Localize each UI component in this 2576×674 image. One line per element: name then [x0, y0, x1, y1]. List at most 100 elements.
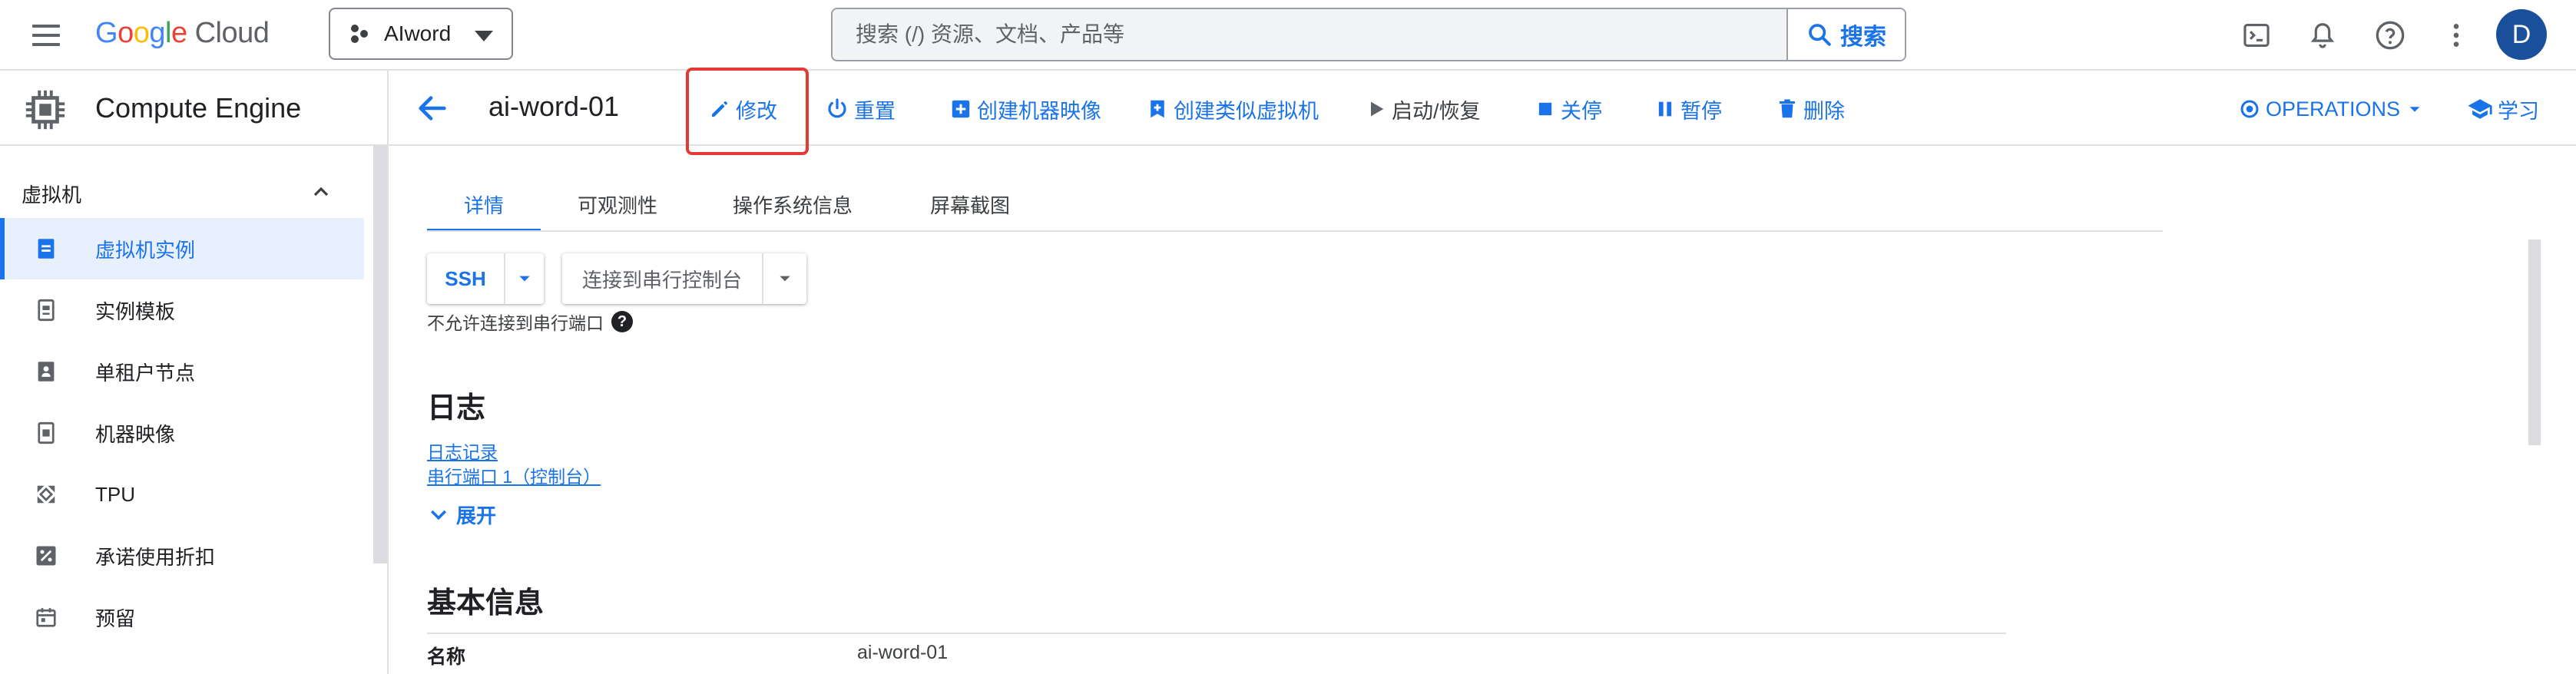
- page-title: ai-word-01: [488, 91, 620, 122]
- tab-observability[interactable]: 可观测性: [556, 189, 679, 232]
- sole-tenant-icon: [34, 359, 58, 384]
- start-resume-button[interactable]: 启动/恢复: [1366, 94, 1481, 124]
- more-vert-icon[interactable]: [2439, 18, 2473, 52]
- bookmark-add-icon: [1151, 100, 1164, 118]
- chevron-up-icon[interactable]: [309, 180, 333, 204]
- pause-icon: [1658, 101, 1672, 117]
- logs-heading: 日志: [427, 392, 486, 425]
- learn-label: 学习: [2498, 99, 2539, 123]
- create-machine-image-label: 创建机器映像: [977, 99, 1101, 123]
- tab-screenshot[interactable]: 屏幕截图: [903, 189, 1037, 232]
- logging-link[interactable]: 日志记录: [427, 438, 498, 464]
- tab-os-info[interactable]: 操作系统信息: [705, 189, 880, 232]
- cloud-shell-icon[interactable]: [2240, 18, 2273, 52]
- sidebar-section-title: 虚拟机: [22, 183, 82, 206]
- play-icon: [1371, 101, 1384, 117]
- content-scrollbar[interactable]: [2528, 240, 2541, 445]
- caret-down-icon: [780, 276, 790, 282]
- operations-label: OPERATIONS: [2266, 97, 2401, 121]
- top-bar: GoogleCloud AIword 搜索 D: [0, 0, 2576, 71]
- expand-label: 展开: [456, 504, 497, 527]
- tabs-divider: [427, 230, 2163, 232]
- sidebar-item-reservations[interactable]: 预留: [0, 586, 364, 648]
- suspend-label: 暂停: [1680, 99, 1722, 123]
- delete-button[interactable]: 删除: [1776, 94, 1845, 124]
- logo-letter: G: [95, 17, 118, 49]
- search-button[interactable]: 搜索: [1786, 9, 1905, 60]
- tab-details[interactable]: 详情: [427, 189, 541, 232]
- sidebar-item-label: 虚拟机实例: [95, 238, 196, 262]
- search-icon: [1809, 24, 1831, 46]
- sidebar-item-committed-use-discounts[interactable]: 承诺使用折扣: [0, 525, 364, 586]
- chevron-down-icon: [2409, 107, 2420, 112]
- google-cloud-logo[interactable]: Google Cloud: [95, 17, 270, 50]
- sidebar-scrollbar[interactable]: [373, 146, 387, 563]
- vm-instance-icon: [34, 236, 58, 261]
- avatar[interactable]: D: [2496, 9, 2547, 60]
- serial-port-note: 不允许连接到串行端口 ?: [427, 309, 633, 335]
- sidebar-item-label: 预留: [95, 606, 136, 630]
- discount-icon: [34, 543, 58, 568]
- instance-template-icon: [34, 298, 58, 322]
- logo-letter: e: [171, 17, 187, 49]
- start-resume-label: 启动/恢复: [1392, 99, 1481, 123]
- main-content: 详情 可观测性 操作系统信息 屏幕截图 SSH 连接到串行控制台 不允许连接到串…: [390, 146, 2576, 674]
- sidebar-item-vm-instances[interactable]: 虚拟机实例: [0, 218, 364, 279]
- operations-button[interactable]: OPERATIONS: [2238, 94, 2428, 124]
- school-icon: [2468, 99, 2492, 119]
- sidebar-item-sole-tenant-nodes[interactable]: 单租户节点: [0, 341, 364, 402]
- back-arrow-icon[interactable]: [415, 91, 450, 126]
- search-input[interactable]: [833, 9, 1785, 60]
- sidebar-item-label: 单租户节点: [95, 361, 196, 385]
- sidebar-item-tpu[interactable]: TPU: [0, 464, 364, 525]
- chevron-down-icon: [431, 510, 446, 520]
- info-value-name: ai-word-01: [857, 642, 949, 663]
- search-bar: 搜索: [831, 8, 1906, 61]
- product-title: Compute Engine: [95, 92, 302, 124]
- info-divider: [427, 633, 2006, 634]
- project-dots-icon: [351, 25, 368, 43]
- power-icon: [828, 98, 846, 118]
- main-menu-icon[interactable]: [31, 20, 61, 51]
- machine-image-icon: [34, 421, 58, 445]
- learn-button[interactable]: 学习: [2467, 94, 2539, 124]
- create-similar-vm-button[interactable]: 创建类似虚拟机: [1146, 94, 1319, 124]
- help-icon[interactable]: ?: [611, 311, 633, 332]
- sidebar-item-label: 承诺使用折扣: [95, 545, 216, 569]
- trash-icon: [1780, 99, 1795, 118]
- info-key-name: 名称: [427, 646, 466, 668]
- logo-letter: o: [133, 17, 150, 49]
- sidebar-item-machine-images[interactable]: 机器映像: [0, 402, 364, 464]
- logo-letter: o: [118, 17, 134, 49]
- serial-console-split-button: 连接到串行控制台: [562, 253, 806, 304]
- serial-console-button[interactable]: 连接到串行控制台: [562, 253, 763, 304]
- create-machine-image-button[interactable]: 创建机器映像: [949, 94, 1101, 124]
- serial-port-1-link[interactable]: 串行端口 1（控制台）: [427, 462, 601, 488]
- help-icon[interactable]: [2373, 18, 2407, 52]
- serial-port-note-text: 不允许连接到串行端口: [427, 313, 604, 333]
- reset-button[interactable]: 重置: [825, 94, 896, 124]
- serial-console-dropdown-button[interactable]: [763, 253, 806, 304]
- sidebar-item-label: TPU: [95, 482, 135, 506]
- ssh-split-button: SSH: [427, 253, 544, 304]
- operations-icon: [2240, 100, 2259, 118]
- stop-label: 关停: [1561, 99, 1602, 123]
- logo-letter: l: [164, 17, 171, 49]
- sidebar-item-instance-templates[interactable]: 实例模板: [0, 279, 364, 341]
- ssh-dropdown-button[interactable]: [505, 253, 544, 304]
- expand-button[interactable]: 展开: [427, 501, 496, 529]
- ssh-button[interactable]: SSH: [427, 253, 505, 304]
- notifications-icon[interactable]: [2306, 18, 2339, 52]
- project-selector[interactable]: AIword: [329, 8, 513, 60]
- sidebar-item-label: 机器映像: [95, 422, 176, 446]
- logo-google: Google: [95, 17, 187, 49]
- suspend-button[interactable]: 暂停: [1654, 94, 1722, 124]
- reset-label: 重置: [854, 99, 896, 123]
- stop-button[interactable]: 关停: [1535, 94, 1602, 124]
- search-button-label: 搜索: [1840, 25, 1886, 50]
- action-bar: Compute Engine ai-word-01 修改 重置 创建机器映像 创…: [0, 71, 2576, 146]
- compute-engine-icon: [25, 90, 65, 130]
- tpu-icon: [34, 482, 58, 507]
- sidebar-item-label: 实例模板: [95, 299, 176, 323]
- project-name: AIword: [384, 21, 452, 45]
